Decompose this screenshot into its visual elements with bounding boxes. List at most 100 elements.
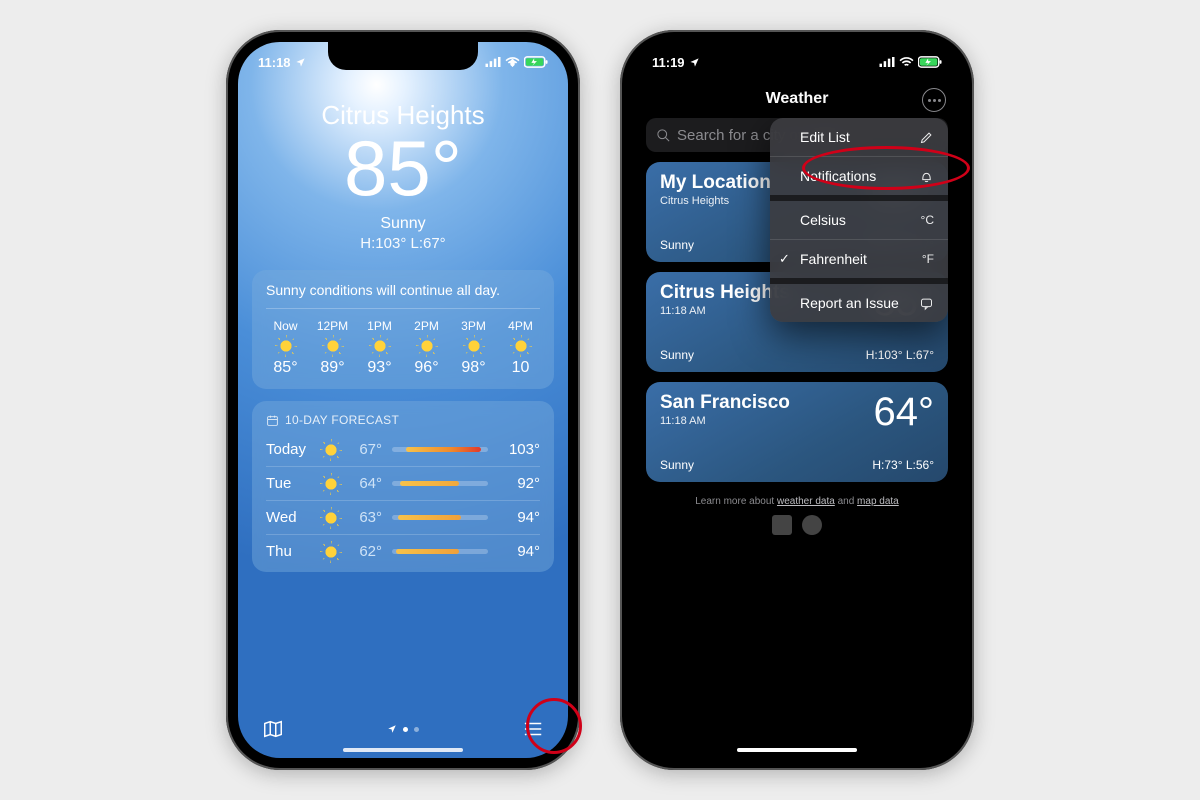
page-dot [403, 727, 408, 732]
hour-temp: 10 [512, 359, 530, 377]
city-name: My Location [660, 172, 771, 194]
city-condition: Sunny [660, 458, 694, 472]
city-hilo: H:103° L:67° [866, 348, 934, 362]
menu-notifications[interactable]: Notifications [770, 156, 948, 195]
hour-cell: 4PM 10 [501, 319, 540, 377]
more-button[interactable] [922, 88, 946, 112]
location-arrow-icon [689, 57, 700, 68]
high-temp: 94° [498, 509, 540, 526]
page-dots[interactable] [387, 724, 419, 734]
day-label: Today [266, 441, 314, 458]
wifi-icon [505, 57, 520, 68]
pencil-icon [919, 130, 934, 145]
hour-cell: 12PM 89° [313, 319, 352, 377]
temp-range-bar [392, 515, 488, 520]
menu-edit-list[interactable]: Edit List [770, 118, 948, 156]
home-indicator[interactable] [737, 748, 857, 752]
menu-fahrenheit[interactable]: ✓ Fahrenheit °F [770, 239, 948, 278]
tenday-forecast-card[interactable]: 10-DAY FORECAST Today 67° 103°Tue 64° 92… [252, 401, 554, 572]
chat-bubble-icon [919, 296, 934, 311]
sun-icon [324, 545, 338, 559]
hourly-forecast-card[interactable]: Sunny conditions will continue all day. … [252, 270, 554, 389]
low-temp: 62° [348, 543, 382, 560]
daily-row[interactable]: Today 67° 103° [266, 433, 540, 466]
high-temp: 92° [498, 475, 540, 492]
temp-range-bar [392, 549, 488, 554]
sun-icon [324, 443, 338, 457]
daily-row[interactable]: Tue 64° 92° [266, 466, 540, 500]
temp-range-bar [392, 447, 488, 452]
search-icon [656, 128, 671, 143]
day-label: Thu [266, 543, 314, 560]
tenday-header: 10-DAY FORECAST [266, 413, 540, 427]
sun-icon [467, 339, 481, 353]
cell-signal-icon [485, 57, 501, 67]
weather-screen: 11:18 Citrus Heights 85° Sunny H:103° L:… [238, 42, 568, 758]
daily-row[interactable]: Thu 62° 94° [266, 534, 540, 568]
temp-range-bar [392, 481, 488, 486]
hour-temp: 93° [367, 359, 391, 377]
phone-weather-detail: 11:18 Citrus Heights 85° Sunny H:103° L:… [226, 30, 580, 770]
city-condition: Sunny [660, 348, 694, 362]
battery-charging-icon [524, 56, 548, 68]
hour-cell: Now 85° [266, 319, 305, 377]
battery-charging-icon [918, 56, 942, 68]
city-hilo: H:73° L:56° [872, 458, 934, 472]
hour-temp: 96° [414, 359, 438, 377]
phone-weather-list: 11:19 Weather Search for a city or airpo… [620, 30, 974, 770]
sun-icon [420, 339, 434, 353]
hour-temp: 89° [320, 359, 344, 377]
hour-temp: 85° [273, 359, 297, 377]
hour-temp: 98° [461, 359, 485, 377]
hour-label: 1PM [367, 319, 392, 333]
sun-icon [324, 511, 338, 525]
hour-label: Now [273, 319, 297, 333]
options-menu: Edit List Notifications Celsius °C ✓ Fah… [770, 118, 948, 322]
list-button[interactable] [520, 716, 546, 742]
calendar-icon [266, 414, 279, 427]
city-temp: 64° [874, 392, 935, 432]
city-condition: Sunny [660, 238, 694, 252]
notch [328, 42, 478, 70]
map-button[interactable] [260, 716, 286, 742]
weather-list-screen: 11:19 Weather Search for a city or airpo… [632, 42, 962, 758]
condition-text: Sunny [238, 215, 568, 233]
menu-celsius[interactable]: Celsius °C [770, 195, 948, 239]
hour-cell: 3PM 98° [454, 319, 493, 377]
hour-label: 4PM [508, 319, 533, 333]
hi-lo-text: H:103° L:67° [238, 235, 568, 252]
check-icon: ✓ [779, 251, 790, 267]
attribution-text: Learn more about weather data and map da… [632, 496, 962, 507]
sun-icon [279, 339, 293, 353]
weather-channel-logo [772, 515, 792, 535]
status-time: 11:19 [652, 55, 685, 70]
hour-cell: 1PM 93° [360, 319, 399, 377]
list-icon [522, 718, 544, 740]
city-name: San Francisco [660, 392, 790, 414]
high-temp: 94° [498, 543, 540, 560]
cell-signal-icon [879, 57, 895, 67]
page-dot [414, 727, 419, 732]
high-temp: 103° [498, 441, 540, 458]
notch [722, 42, 872, 70]
menu-report-issue[interactable]: Report an Issue [770, 278, 948, 322]
map-icon [262, 718, 284, 740]
location-arrow-icon [295, 57, 306, 68]
low-temp: 64° [348, 475, 382, 492]
map-data-link[interactable]: map data [857, 496, 899, 507]
sun-icon [373, 339, 387, 353]
day-label: Tue [266, 475, 314, 492]
hour-label: 3PM [461, 319, 486, 333]
wifi-icon [899, 57, 914, 68]
home-indicator[interactable] [343, 748, 463, 752]
weather-data-link[interactable]: weather data [777, 496, 835, 507]
hour-cell: 2PM 96° [407, 319, 446, 377]
city-card[interactable]: San Francisco 11:18 AM 64° Sunny H:73° L… [646, 382, 948, 482]
page-title: Weather [766, 90, 829, 107]
status-time: 11:18 [258, 55, 291, 70]
city-subtext: 11:18 AM [660, 415, 790, 427]
low-temp: 63° [348, 509, 382, 526]
daily-row[interactable]: Wed 63° 94° [266, 500, 540, 534]
hour-label: 2PM [414, 319, 439, 333]
low-temp: 67° [348, 441, 382, 458]
